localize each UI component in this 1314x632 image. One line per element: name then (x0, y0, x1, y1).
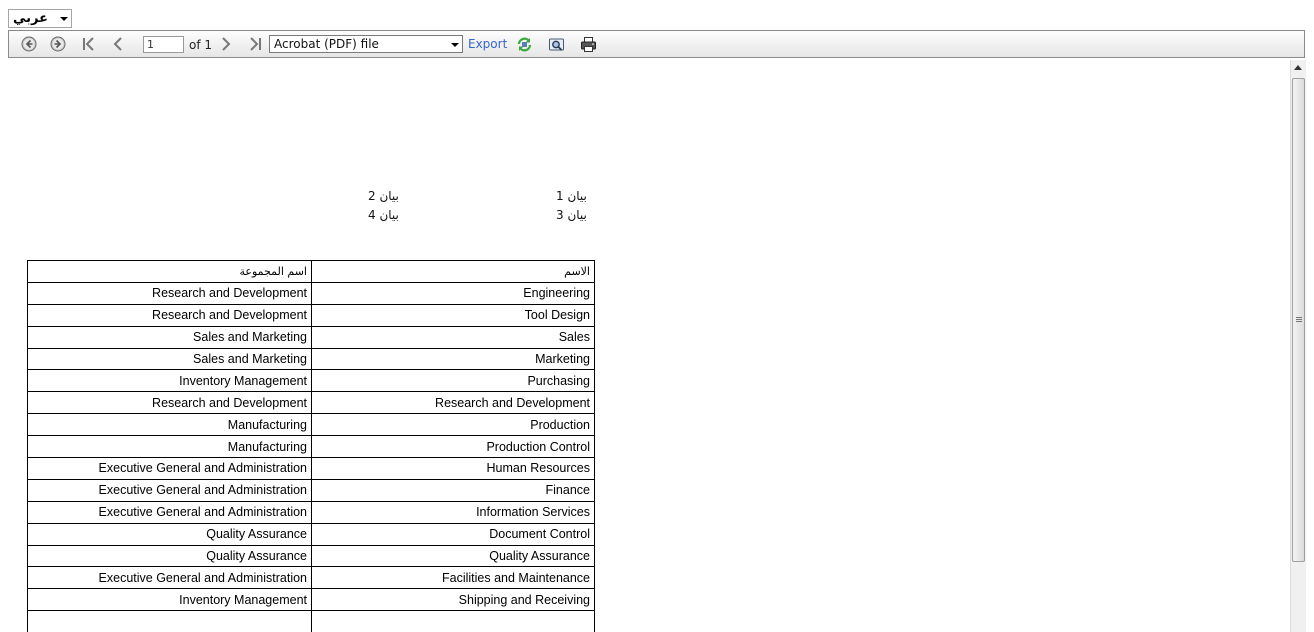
cell-name: Shipping and Receiving (311, 588, 595, 612)
table-row: Sales and Marketing Sales (27, 325, 595, 349)
cell-name: Human Resources (311, 457, 595, 480)
cell-name: Research and Development (311, 391, 595, 415)
grip-line (1296, 321, 1302, 322)
cell-group-name: Manufacturing (27, 413, 312, 437)
cell-group-name: Inventory Management (27, 369, 312, 393)
next-page-button[interactable] (218, 31, 234, 57)
cell-name: Engineering (311, 281, 595, 305)
first-page-button[interactable] (80, 31, 98, 57)
page-number-input[interactable]: 1 (143, 36, 184, 53)
zoom-button[interactable] (547, 31, 565, 57)
report-param-4: بيان 4 (368, 208, 399, 222)
print-icon (580, 36, 596, 52)
table-row: Manufacturing Production Control (27, 435, 595, 459)
scrollbar-thumb[interactable] (1292, 78, 1305, 562)
cell-name: Sales (311, 325, 595, 349)
cell-group-name: Inventory Management (27, 588, 312, 612)
first-page-icon (83, 37, 94, 51)
report-param-3: بيان 3 (556, 208, 587, 222)
table-row: Executive General and Administration Huma… (27, 457, 595, 480)
cell-name: Tool Design (311, 303, 595, 327)
last-page-icon (250, 37, 261, 51)
cell-group-name: Executive General and Administration (27, 500, 312, 524)
table-row: Inventory Management Shipping and Receivi… (27, 588, 595, 612)
cell-name: Marketing (311, 347, 595, 371)
print-button[interactable] (579, 31, 597, 57)
previous-page-icon (113, 37, 122, 51)
table-row: Executive General and Administration Fina… (27, 478, 595, 502)
cell-group-name (27, 610, 312, 632)
vertical-scrollbar[interactable] (1290, 60, 1306, 632)
cell-group-name: Executive General and Administration (27, 566, 312, 590)
cell-name: Purchasing (311, 369, 595, 393)
refresh-icon (517, 37, 531, 51)
table-row: Research and Development Engineering (27, 281, 595, 305)
cell-group-name: Sales and Marketing (27, 347, 312, 371)
report-table: اسم المجموعة الاسم Research and Developm… (27, 260, 595, 632)
table-row: Research and Development Tool Design (27, 303, 595, 327)
table-row: Quality Assurance Document Control (27, 522, 595, 546)
export-link[interactable]: Export (468, 37, 507, 51)
table-header-row: اسم المجموعة الاسم (27, 260, 595, 283)
cell-name: Quality Assurance (311, 544, 595, 568)
cell-group-name: Manufacturing (27, 435, 312, 459)
cell-group-name: Research and Development (27, 391, 312, 415)
cell-group-name: Quality Assurance (27, 522, 312, 546)
cell-group-name: Research and Development (27, 281, 312, 305)
cell-group-name: Quality Assurance (27, 544, 312, 568)
back-button[interactable] (20, 31, 38, 57)
forward-button[interactable] (49, 31, 67, 57)
cell-name: Finance (311, 478, 595, 502)
column-header-name: الاسم (311, 260, 595, 283)
table-row: Executive General and Administration Faci… (27, 566, 595, 590)
back-arrow-icon (21, 36, 37, 52)
export-format-select[interactable]: Acrobat (PDF) file (269, 35, 463, 53)
report-viewer: بيان 1 بيان 2 بيان 3 بيان 4 اسم المجموعة… (8, 60, 1288, 632)
report-param-1: بيان 1 (556, 189, 587, 203)
report-param-2: بيان 2 (368, 189, 399, 203)
cell-group-name: Research and Development (27, 303, 312, 327)
table-row: Inventory Management Purchasing (27, 369, 595, 393)
table-row: Quality Assurance Quality Assurance (27, 544, 595, 568)
language-select[interactable]: عربي (8, 9, 72, 28)
chevron-down-icon (451, 43, 459, 47)
cell-group-name: Sales and Marketing (27, 325, 312, 349)
refresh-button[interactable] (515, 31, 533, 57)
cell-group-name: Executive General and Administration (27, 478, 312, 502)
cell-name: Information Services (311, 500, 595, 524)
scroll-up-icon[interactable] (1294, 65, 1302, 70)
cell-name: Production (311, 413, 595, 437)
cell-name (311, 610, 595, 632)
grip-icon (1296, 317, 1302, 318)
table-row: Manufacturing Production (27, 413, 595, 437)
previous-page-button[interactable] (110, 31, 126, 57)
column-header-group-name: اسم المجموعة (27, 260, 312, 283)
table-row: Executive General and Administration Info… (27, 500, 595, 524)
last-page-button[interactable] (246, 31, 264, 57)
language-select-value: عربي (13, 11, 49, 26)
cell-name: Production Control (311, 435, 595, 459)
page-count-label: of 1 (189, 38, 213, 52)
grip-line (1296, 319, 1302, 320)
export-format-value: Acrobat (PDF) file (274, 37, 379, 51)
cell-name: Facilities and Maintenance (311, 566, 595, 590)
table-row: Sales and Marketing Marketing (27, 347, 595, 371)
table-row (27, 610, 595, 632)
zoom-icon (548, 38, 564, 51)
table-row: Research and Development Research and Dev… (27, 391, 595, 415)
report-toolbar: 1 of 1 Acrobat (PDF) file Export (8, 30, 1305, 58)
cell-name: Document Control (311, 522, 595, 546)
forward-arrow-icon (50, 36, 66, 52)
next-page-icon (222, 37, 231, 51)
cell-group-name: Executive General and Administration (27, 457, 312, 480)
chevron-down-icon (60, 17, 68, 21)
